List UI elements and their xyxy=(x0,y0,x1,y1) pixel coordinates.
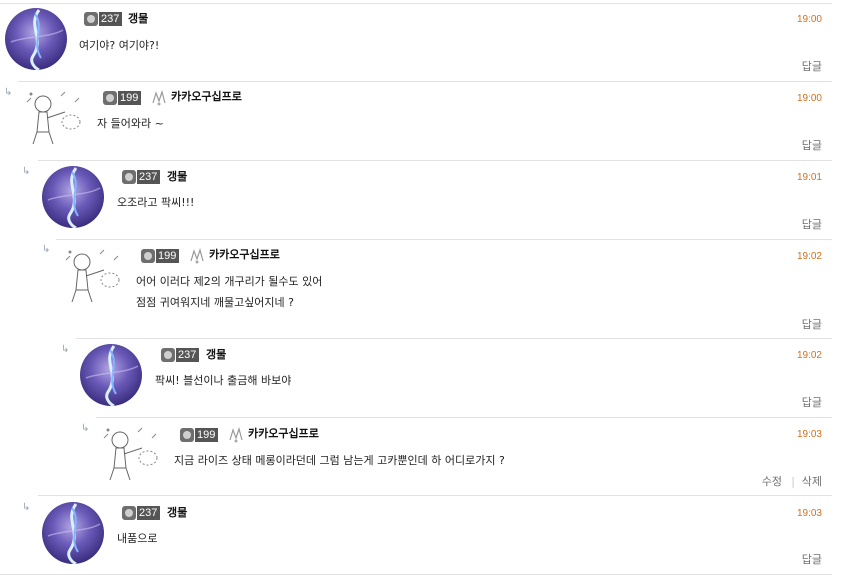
username[interactable]: 카카오구십프로 xyxy=(171,90,242,104)
character-badge-icon xyxy=(152,89,166,106)
level-number: 237 xyxy=(137,170,161,184)
comment-text: 어어 이러다 제2의 개구리가 될수도 있어 xyxy=(136,275,323,288)
avatar[interactable] xyxy=(42,166,104,228)
level-number: 237 xyxy=(176,348,200,362)
comment-time: 19:02 xyxy=(796,251,822,262)
reply-button[interactable]: 답글 xyxy=(802,218,822,231)
reply-arrow-icon: ↳ xyxy=(81,423,90,434)
avatar[interactable] xyxy=(25,88,83,150)
level-number: 199 xyxy=(195,428,219,442)
comment-text: 여기야? 여기야?! xyxy=(79,39,160,52)
level-badge: 237 xyxy=(161,348,200,362)
comment-time: 19:00 xyxy=(796,14,822,25)
level-number: 237 xyxy=(137,506,161,520)
character-badge-icon xyxy=(229,426,243,443)
level-icon xyxy=(103,91,117,105)
comment-text: 점점 귀여워지네 깨물고싶어지네 ? xyxy=(136,296,295,309)
comment-time: 19:03 xyxy=(796,508,822,519)
level-number: 199 xyxy=(156,249,180,263)
avatar[interactable] xyxy=(5,8,67,70)
reply-arrow-icon: ↳ xyxy=(61,344,70,355)
reply-button[interactable]: 답글 xyxy=(802,60,822,73)
level-badge: 199 xyxy=(141,249,180,263)
reply-arrow-icon: ↳ xyxy=(4,87,13,98)
level-badge: 237 xyxy=(122,506,161,520)
comment-time: 19:00 xyxy=(796,93,822,104)
row-divider xyxy=(96,417,832,418)
avatar[interactable] xyxy=(102,424,160,486)
level-icon xyxy=(180,428,194,442)
comment-time: 19:01 xyxy=(796,172,822,183)
comment-time: 19:03 xyxy=(796,429,822,440)
reply-arrow-icon: ↳ xyxy=(22,166,31,177)
level-icon xyxy=(122,170,136,184)
avatar[interactable] xyxy=(64,246,122,308)
character-badge-icon xyxy=(190,247,204,264)
username[interactable]: 갱물 xyxy=(167,170,187,184)
edit-button[interactable]: 수정 xyxy=(762,475,782,488)
level-icon xyxy=(141,249,155,263)
reply-button[interactable]: 답글 xyxy=(802,396,822,409)
row-divider xyxy=(38,495,832,496)
level-icon xyxy=(84,12,98,26)
row-divider xyxy=(56,239,832,240)
reply-button[interactable]: 답글 xyxy=(802,318,822,331)
username[interactable]: 갱물 xyxy=(128,12,148,26)
avatar[interactable] xyxy=(42,502,104,564)
row-divider xyxy=(18,81,832,82)
avatar[interactable] xyxy=(80,344,142,406)
level-number: 237 xyxy=(99,12,123,26)
username[interactable]: 갱물 xyxy=(167,506,187,520)
reply-button[interactable]: 답글 xyxy=(802,553,822,566)
level-number: 199 xyxy=(118,91,142,105)
level-badge: 237 xyxy=(122,170,161,184)
username[interactable]: 카카오구십프로 xyxy=(248,427,319,441)
level-icon xyxy=(122,506,136,520)
row-divider xyxy=(0,574,832,575)
action-separator: | xyxy=(791,475,795,488)
row-divider xyxy=(38,160,832,161)
username[interactable]: 갱물 xyxy=(206,348,226,362)
comment-text: 지금 라이즈 상태 메롱이라던데 그럼 남는게 고카뿐인데 하 어디로가지 ? xyxy=(174,454,505,467)
reply-arrow-icon: ↳ xyxy=(22,502,31,513)
level-badge: 199 xyxy=(180,428,219,442)
level-badge: 237 xyxy=(84,12,123,26)
reply-button[interactable]: 답글 xyxy=(802,139,822,152)
level-icon xyxy=(161,348,175,362)
comment-text: 내품으로 xyxy=(117,532,158,545)
comment-text: 자 들어와라 ~ xyxy=(97,117,164,130)
row-divider xyxy=(76,338,832,339)
comment-text: 팍씨! 블선이나 출금해 바보야 xyxy=(155,374,292,387)
level-badge: 199 xyxy=(103,91,142,105)
row-divider xyxy=(0,3,832,4)
username[interactable]: 카카오구십프로 xyxy=(209,248,280,262)
delete-button[interactable]: 삭제 xyxy=(802,475,822,488)
comment-time: 19:02 xyxy=(796,350,822,361)
reply-arrow-icon: ↳ xyxy=(42,244,51,255)
comment-text: 오조라고 팍씨!!! xyxy=(117,196,195,209)
